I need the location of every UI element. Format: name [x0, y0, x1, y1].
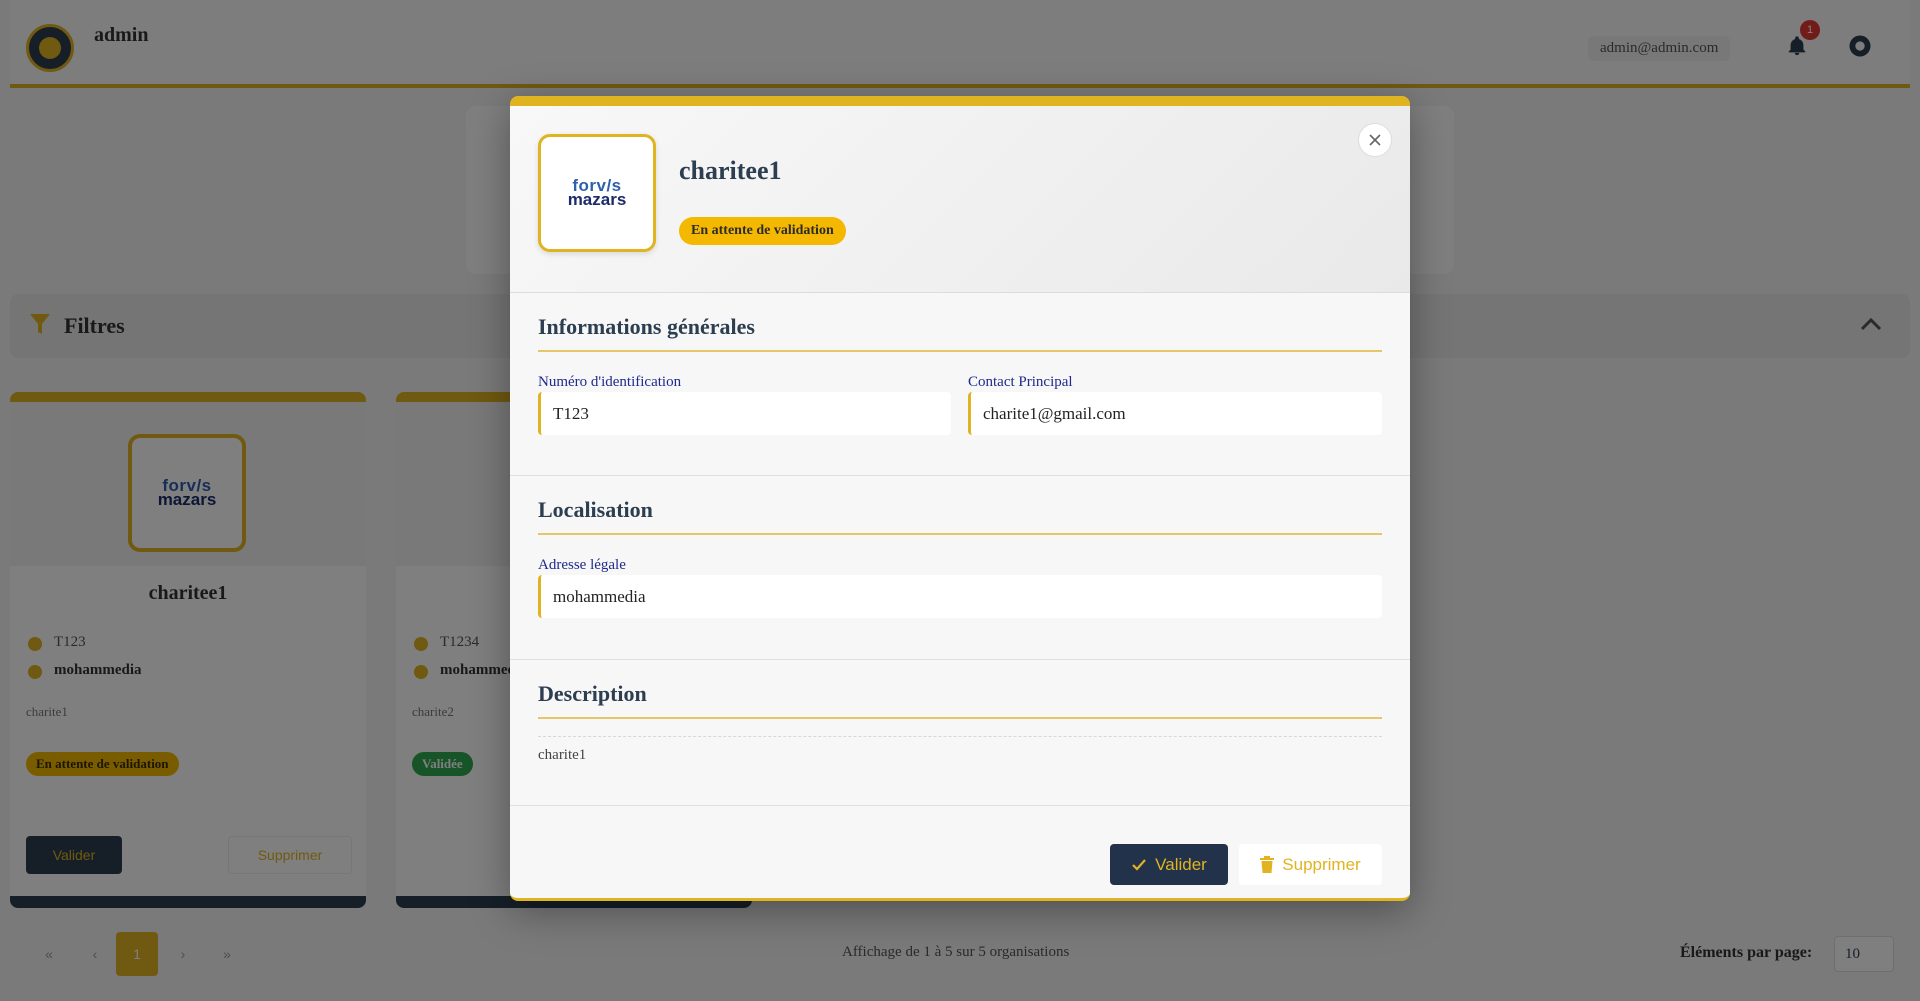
general-info-section: Informations générales Numéro d'identifi… [510, 293, 1410, 476]
logo-text: mazars [567, 190, 627, 209]
description-text: charite1 [538, 747, 587, 763]
close-button[interactable] [1358, 123, 1392, 157]
organization-title: charitee1 [679, 156, 782, 185]
contact-value: charite1@gmail.com [968, 392, 1382, 435]
address-label: Adresse légale [538, 557, 626, 573]
section-title: Description [538, 681, 1382, 719]
trash-icon [1260, 856, 1275, 873]
validate-button[interactable]: Valider [1110, 844, 1228, 885]
modal-actions: Valider Supprimer [510, 806, 1410, 898]
divider [538, 736, 1382, 737]
section-title: Informations générales [538, 314, 1382, 352]
id-value: T123 [538, 392, 951, 435]
status-badge: En attente de validation [679, 217, 846, 245]
id-label: Numéro d'identification [538, 374, 682, 390]
validate-label: Valider [1155, 854, 1207, 874]
address-value: mohammedia [538, 575, 1382, 618]
description-section: Description charite1 [510, 660, 1410, 806]
organization-logo: forv/s mazars [538, 134, 656, 252]
contact-label: Contact Principal [968, 374, 1073, 390]
section-title: Localisation [538, 497, 1382, 535]
check-icon [1132, 858, 1146, 871]
location-section: Localisation Adresse légale mohammedia [510, 476, 1410, 660]
close-icon [1369, 134, 1381, 146]
modal-header: forv/s mazars charitee1 En attente de va… [510, 106, 1410, 293]
delete-label: Supprimer [1282, 854, 1361, 874]
delete-button[interactable]: Supprimer [1239, 844, 1382, 885]
organization-detail-modal: forv/s mazars charitee1 En attente de va… [510, 96, 1410, 901]
